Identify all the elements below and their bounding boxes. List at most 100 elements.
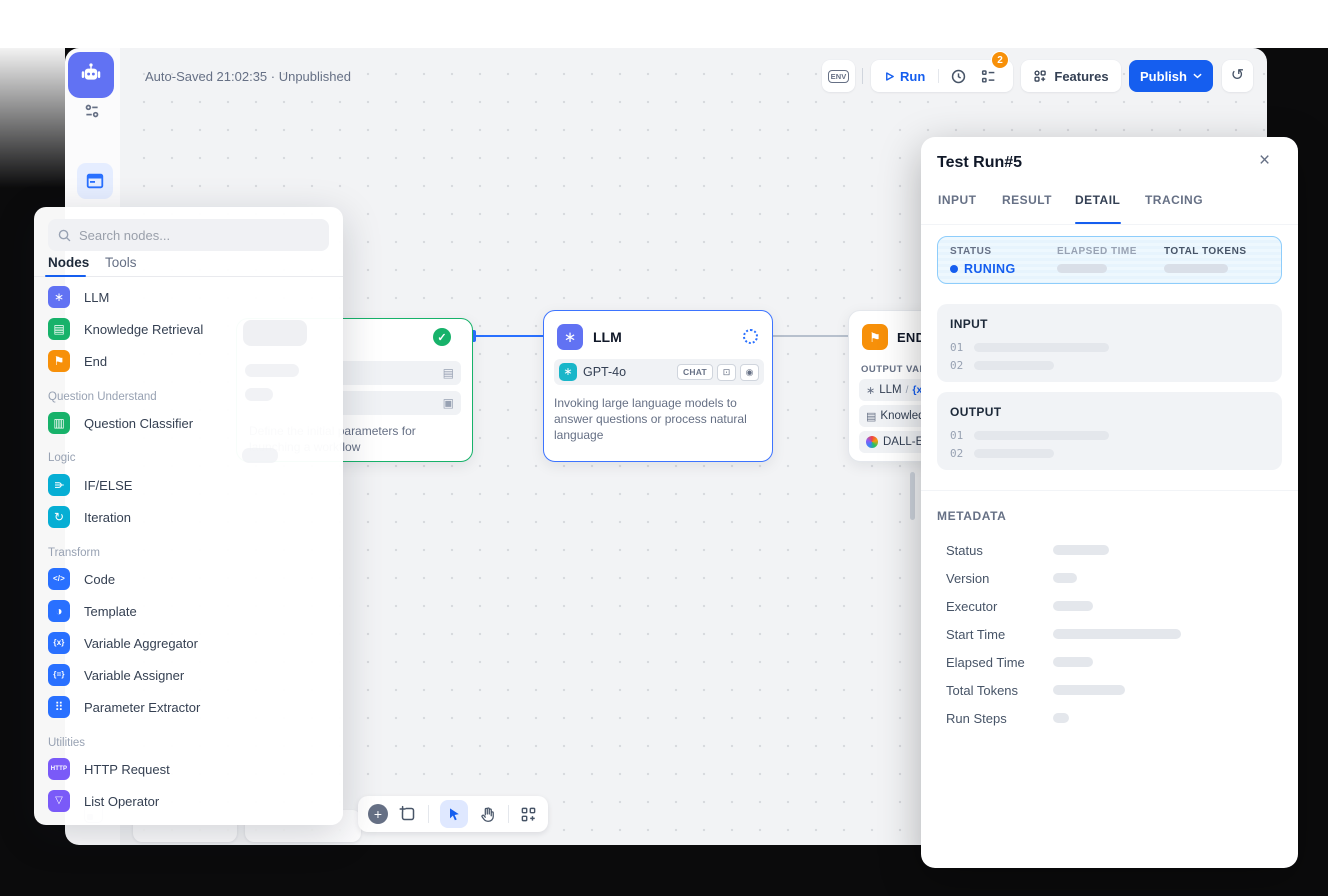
llm-node[interactable]: ∗ LLM ∗ GPT-4o CHAT ⊡ ◉ Invoking large l… — [543, 310, 773, 462]
llm-ref-icon: ∗ — [866, 384, 875, 397]
publish-button[interactable]: Publish — [1129, 60, 1213, 92]
loading-spinner-icon — [743, 329, 758, 344]
filter-icon: ▽ — [48, 790, 70, 812]
sliders-icon[interactable] — [83, 102, 101, 120]
checklist-icon[interactable] — [980, 68, 997, 85]
skeleton — [1057, 264, 1107, 273]
add-note-icon[interactable] — [399, 805, 417, 823]
env-button[interactable]: ENV — [822, 60, 855, 92]
node-item-if-else[interactable]: ⋔ IF/ELSE — [48, 474, 132, 496]
line-number: 02 — [950, 359, 963, 372]
run-history-icon[interactable] — [950, 68, 967, 85]
field-icon: ▤ — [443, 366, 454, 380]
add-node-button[interactable]: + — [368, 804, 388, 824]
loop-icon: ↻ — [48, 506, 70, 528]
line-number: 01 — [950, 341, 963, 354]
node-item-variable-assigner[interactable]: {=} Variable Assigner — [48, 664, 184, 686]
node-item-iteration[interactable]: ↻ Iteration — [48, 506, 131, 528]
hand-mode-icon[interactable] — [479, 805, 497, 823]
features-icon — [1033, 69, 1047, 83]
branch-icon: ⋔ — [48, 474, 70, 496]
node-item-list-operator[interactable]: ▽ List Operator — [48, 790, 159, 812]
skeleton — [1164, 264, 1228, 273]
search-placeholder: Search nodes... — [79, 228, 170, 243]
skeleton — [974, 361, 1054, 370]
node-search-input[interactable]: Search nodes... — [48, 219, 329, 251]
node-item-question-classifier[interactable]: ▥ Question Classifier — [48, 412, 193, 434]
skeleton — [974, 431, 1109, 440]
frosted-blob — [245, 388, 273, 401]
section-header: Transform — [48, 547, 100, 559]
history-icon: ↺ — [1231, 68, 1244, 84]
version-history-button[interactable]: ↺ — [1222, 60, 1253, 92]
section-divider — [921, 490, 1298, 491]
aggregator-icon: {x} — [48, 632, 70, 654]
output-card: OUTPUT 01 02 — [937, 392, 1282, 470]
section-header: Logic — [48, 452, 76, 464]
end-node-icon: ⚑ — [862, 324, 888, 350]
meta-label: Run Steps — [946, 711, 1007, 726]
pointer-mode-button[interactable] — [440, 800, 468, 828]
env-icon: ENV — [828, 70, 850, 83]
toolbar-divider — [428, 805, 429, 823]
skeleton — [1053, 629, 1181, 639]
gpt-model-icon: ∗ — [559, 363, 577, 381]
window-icon — [85, 171, 105, 191]
node-item-end[interactable]: ⚑ End — [48, 350, 107, 372]
extractor-icon: ⠿ — [48, 696, 70, 718]
active-tab-underline — [1075, 222, 1121, 224]
checklist-badge[interactable]: 2 — [991, 51, 1009, 69]
tab-result[interactable]: RESULT — [1002, 193, 1052, 207]
llm-node-title: LLM — [593, 329, 622, 345]
skeleton — [974, 449, 1054, 458]
code-icon: </> — [48, 568, 70, 590]
tab-input[interactable]: INPUT — [938, 193, 976, 207]
node-item-template[interactable]: ◑ Template — [48, 600, 137, 622]
run-button[interactable]: Run — [884, 69, 925, 84]
model-selector[interactable]: ∗ GPT-4o CHAT ⊡ ◉ — [554, 359, 764, 385]
frosted-blob — [243, 320, 307, 346]
node-search-panel: Search nodes... Nodes Tools ∗ LLM ▤ Know… — [34, 207, 343, 825]
node-item-variable-aggregator[interactable]: {x} Variable Aggregator — [48, 632, 198, 654]
node-item-llm[interactable]: ∗ LLM — [48, 286, 109, 308]
autosave-status: Auto-Saved 21:02:35 · Unpublished — [145, 69, 351, 84]
tab-nodes[interactable]: Nodes — [48, 255, 89, 270]
features-button[interactable]: Features — [1021, 60, 1121, 92]
tab-detail[interactable]: DETAIL — [1075, 193, 1120, 207]
frosted-blob — [245, 364, 299, 377]
workflow-tab-button[interactable] — [77, 163, 113, 199]
book-icon: ▤ — [48, 318, 70, 340]
group-divider — [938, 69, 939, 83]
skeleton — [1053, 657, 1093, 667]
tab-tracing[interactable]: TRACING — [1145, 193, 1203, 207]
search-icon — [57, 228, 72, 243]
tab-tools[interactable]: Tools — [105, 255, 137, 270]
node-item-parameter-extractor[interactable]: ⠿ Parameter Extractor — [48, 696, 200, 718]
app-logo[interactable] — [68, 52, 114, 98]
page-background-top — [0, 0, 1328, 48]
llm-node-icon: ∗ — [557, 324, 583, 350]
node-item-code[interactable]: </> Code — [48, 568, 115, 590]
input-title: INPUT — [950, 317, 988, 331]
model-name: GPT-4o — [583, 365, 626, 379]
cursor-icon — [446, 806, 462, 822]
auto-layout-icon[interactable] — [520, 806, 537, 823]
meta-label: Status — [946, 543, 983, 558]
test-run-panel: Test Run#5 × INPUT RESULT DETAIL TRACING… — [921, 137, 1298, 868]
panel-resize-handle[interactable] — [910, 472, 915, 520]
node-item-http-request[interactable]: HTTP HTTP Request — [48, 758, 170, 780]
meta-label: Elapsed Time — [946, 655, 1025, 670]
node-item-knowledge-retrieval[interactable]: ▤ Knowledge Retrieval — [48, 318, 203, 340]
edge-llm-end — [773, 335, 848, 337]
meta-label: Total Tokens — [946, 683, 1018, 698]
skeleton — [1053, 545, 1109, 555]
toolbar-divider — [862, 68, 863, 84]
close-icon[interactable]: × — [1259, 151, 1270, 170]
edge-start-llm — [473, 335, 543, 337]
screen: { "colors": { "accent": "#155eef", "succ… — [0, 0, 1328, 896]
assigner-icon: {=} — [48, 664, 70, 686]
tokens-label: TOTAL TOKENS — [1164, 246, 1247, 257]
flag-icon: ⚑ — [48, 350, 70, 372]
template-icon: ◑ — [48, 600, 70, 622]
output-title: OUTPUT — [950, 405, 1002, 419]
